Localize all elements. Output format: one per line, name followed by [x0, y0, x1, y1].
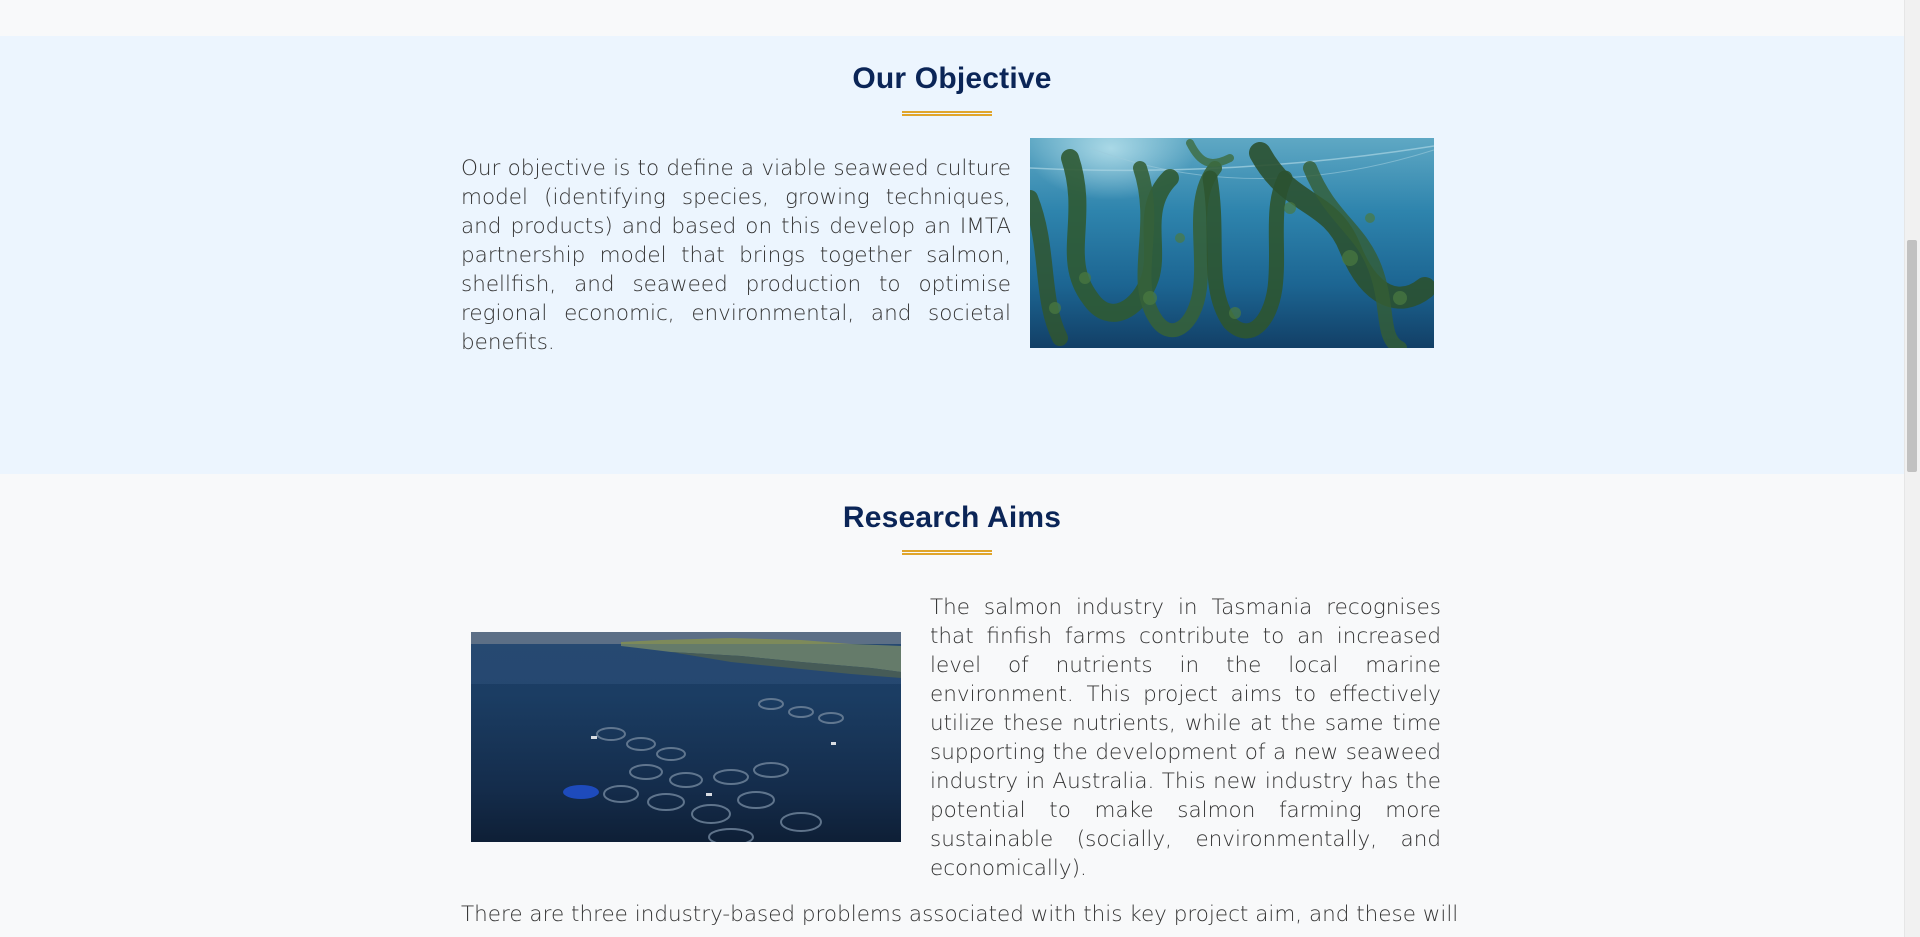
research-footer-paragraph: There are three industry-based problems …	[461, 902, 1459, 927]
salmon-farm-illustration	[471, 632, 901, 842]
objective-title-underline	[902, 111, 992, 116]
objective-paragraph: Our objective is to define a viable seaw…	[461, 156, 1011, 355]
objective-title: Our Objective	[852, 62, 1052, 95]
scrollbar-thumb[interactable]	[1907, 240, 1917, 472]
seaweed-photo	[1030, 138, 1434, 348]
salmon-farm-photo	[471, 632, 901, 842]
research-title: Research Aims	[842, 501, 1062, 534]
top-strip	[0, 0, 1904, 36]
research-paragraph: The salmon industry in Tasmania recognis…	[930, 595, 1441, 881]
seaweed-illustration	[1030, 139, 1434, 348]
research-title-underline	[902, 550, 992, 555]
page: Our Objective Our objective is to define…	[0, 0, 1920, 937]
